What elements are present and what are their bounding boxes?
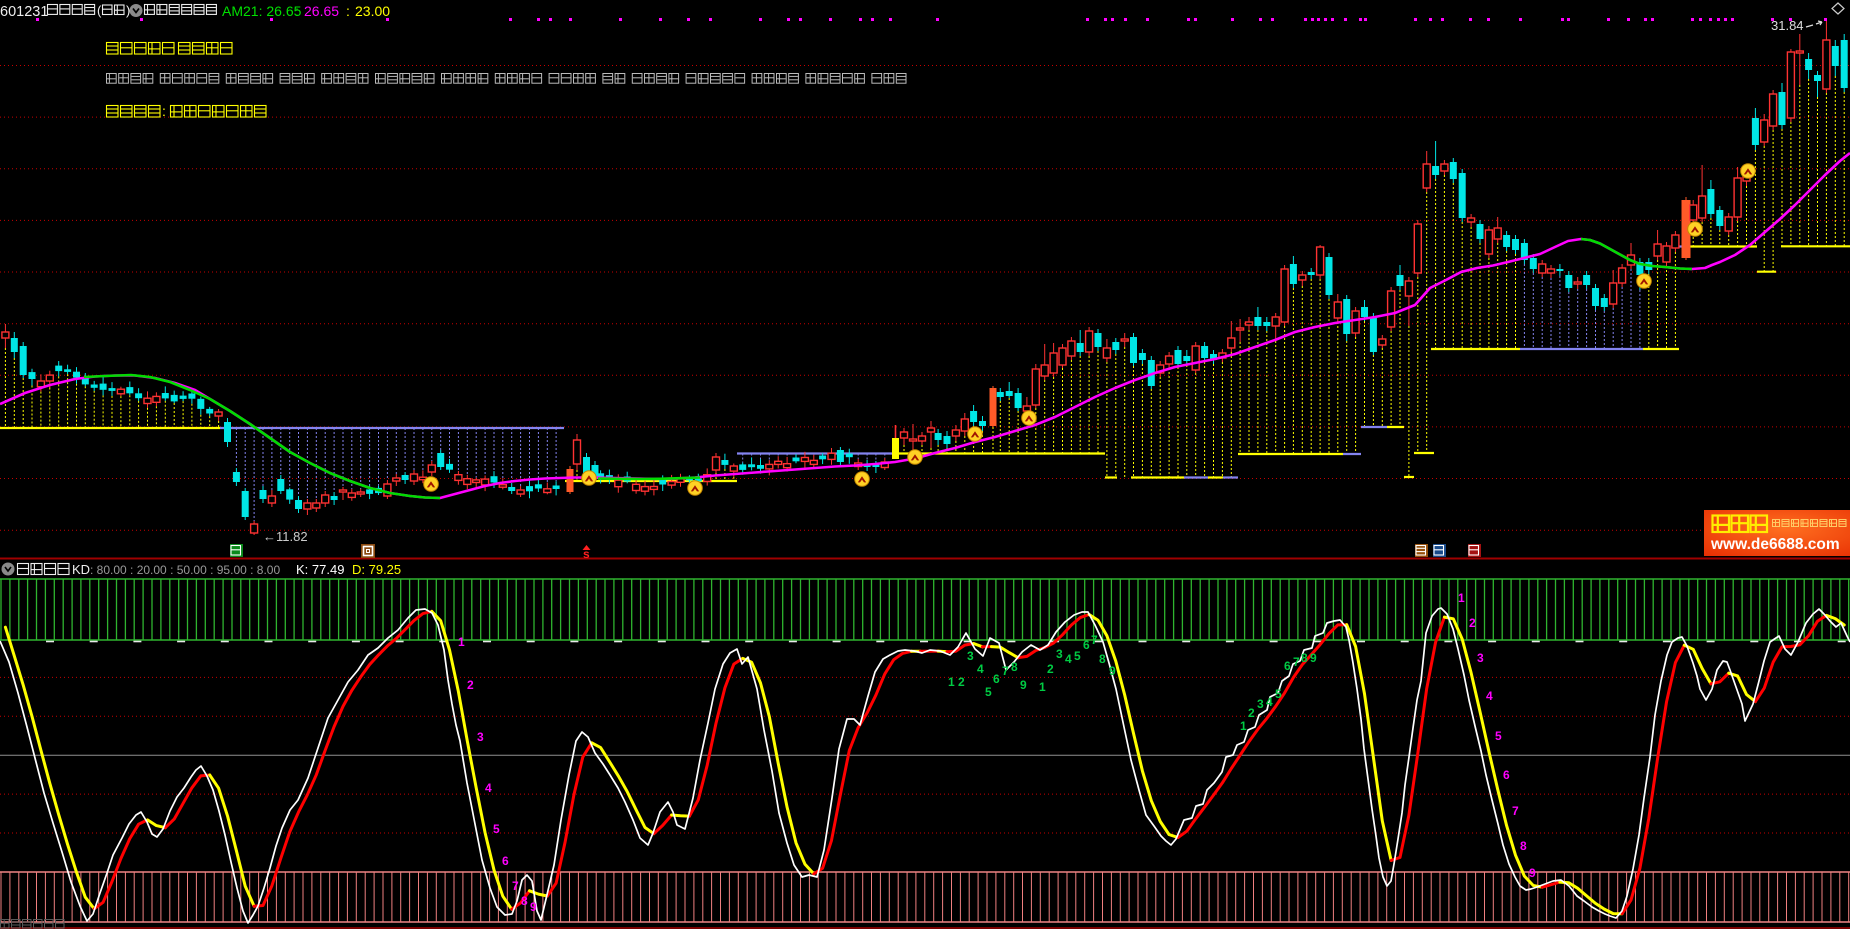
svg-text:AM21: 26.65: AM21: 26.65 (222, 3, 302, 19)
svg-text:(: ( (97, 3, 102, 18)
svg-text::: : (162, 103, 166, 119)
svg-text:←11.82: ←11.82 (263, 529, 308, 544)
svg-text:: 80.00 : 20.00 : 50.00 : 95.0: : 80.00 : 20.00 : 50.00 : 95.00 : 8.00 (90, 563, 280, 577)
svg-text:www.de6688.com: www.de6688.com (1710, 536, 1840, 553)
svg-text::: : (295, 3, 299, 19)
svg-text:26.65: 26.65 (304, 3, 339, 19)
svg-text::: : (346, 3, 350, 19)
svg-text:31.84: 31.84 (1771, 18, 1804, 33)
svg-text:KD: KD (72, 562, 90, 577)
svg-text:D: 79.25: D: 79.25 (352, 562, 401, 577)
svg-text:601231: 601231 (0, 4, 48, 20)
svg-text:23.00: 23.00 (355, 3, 390, 19)
svg-text:K: 77.49: K: 77.49 (296, 562, 344, 577)
